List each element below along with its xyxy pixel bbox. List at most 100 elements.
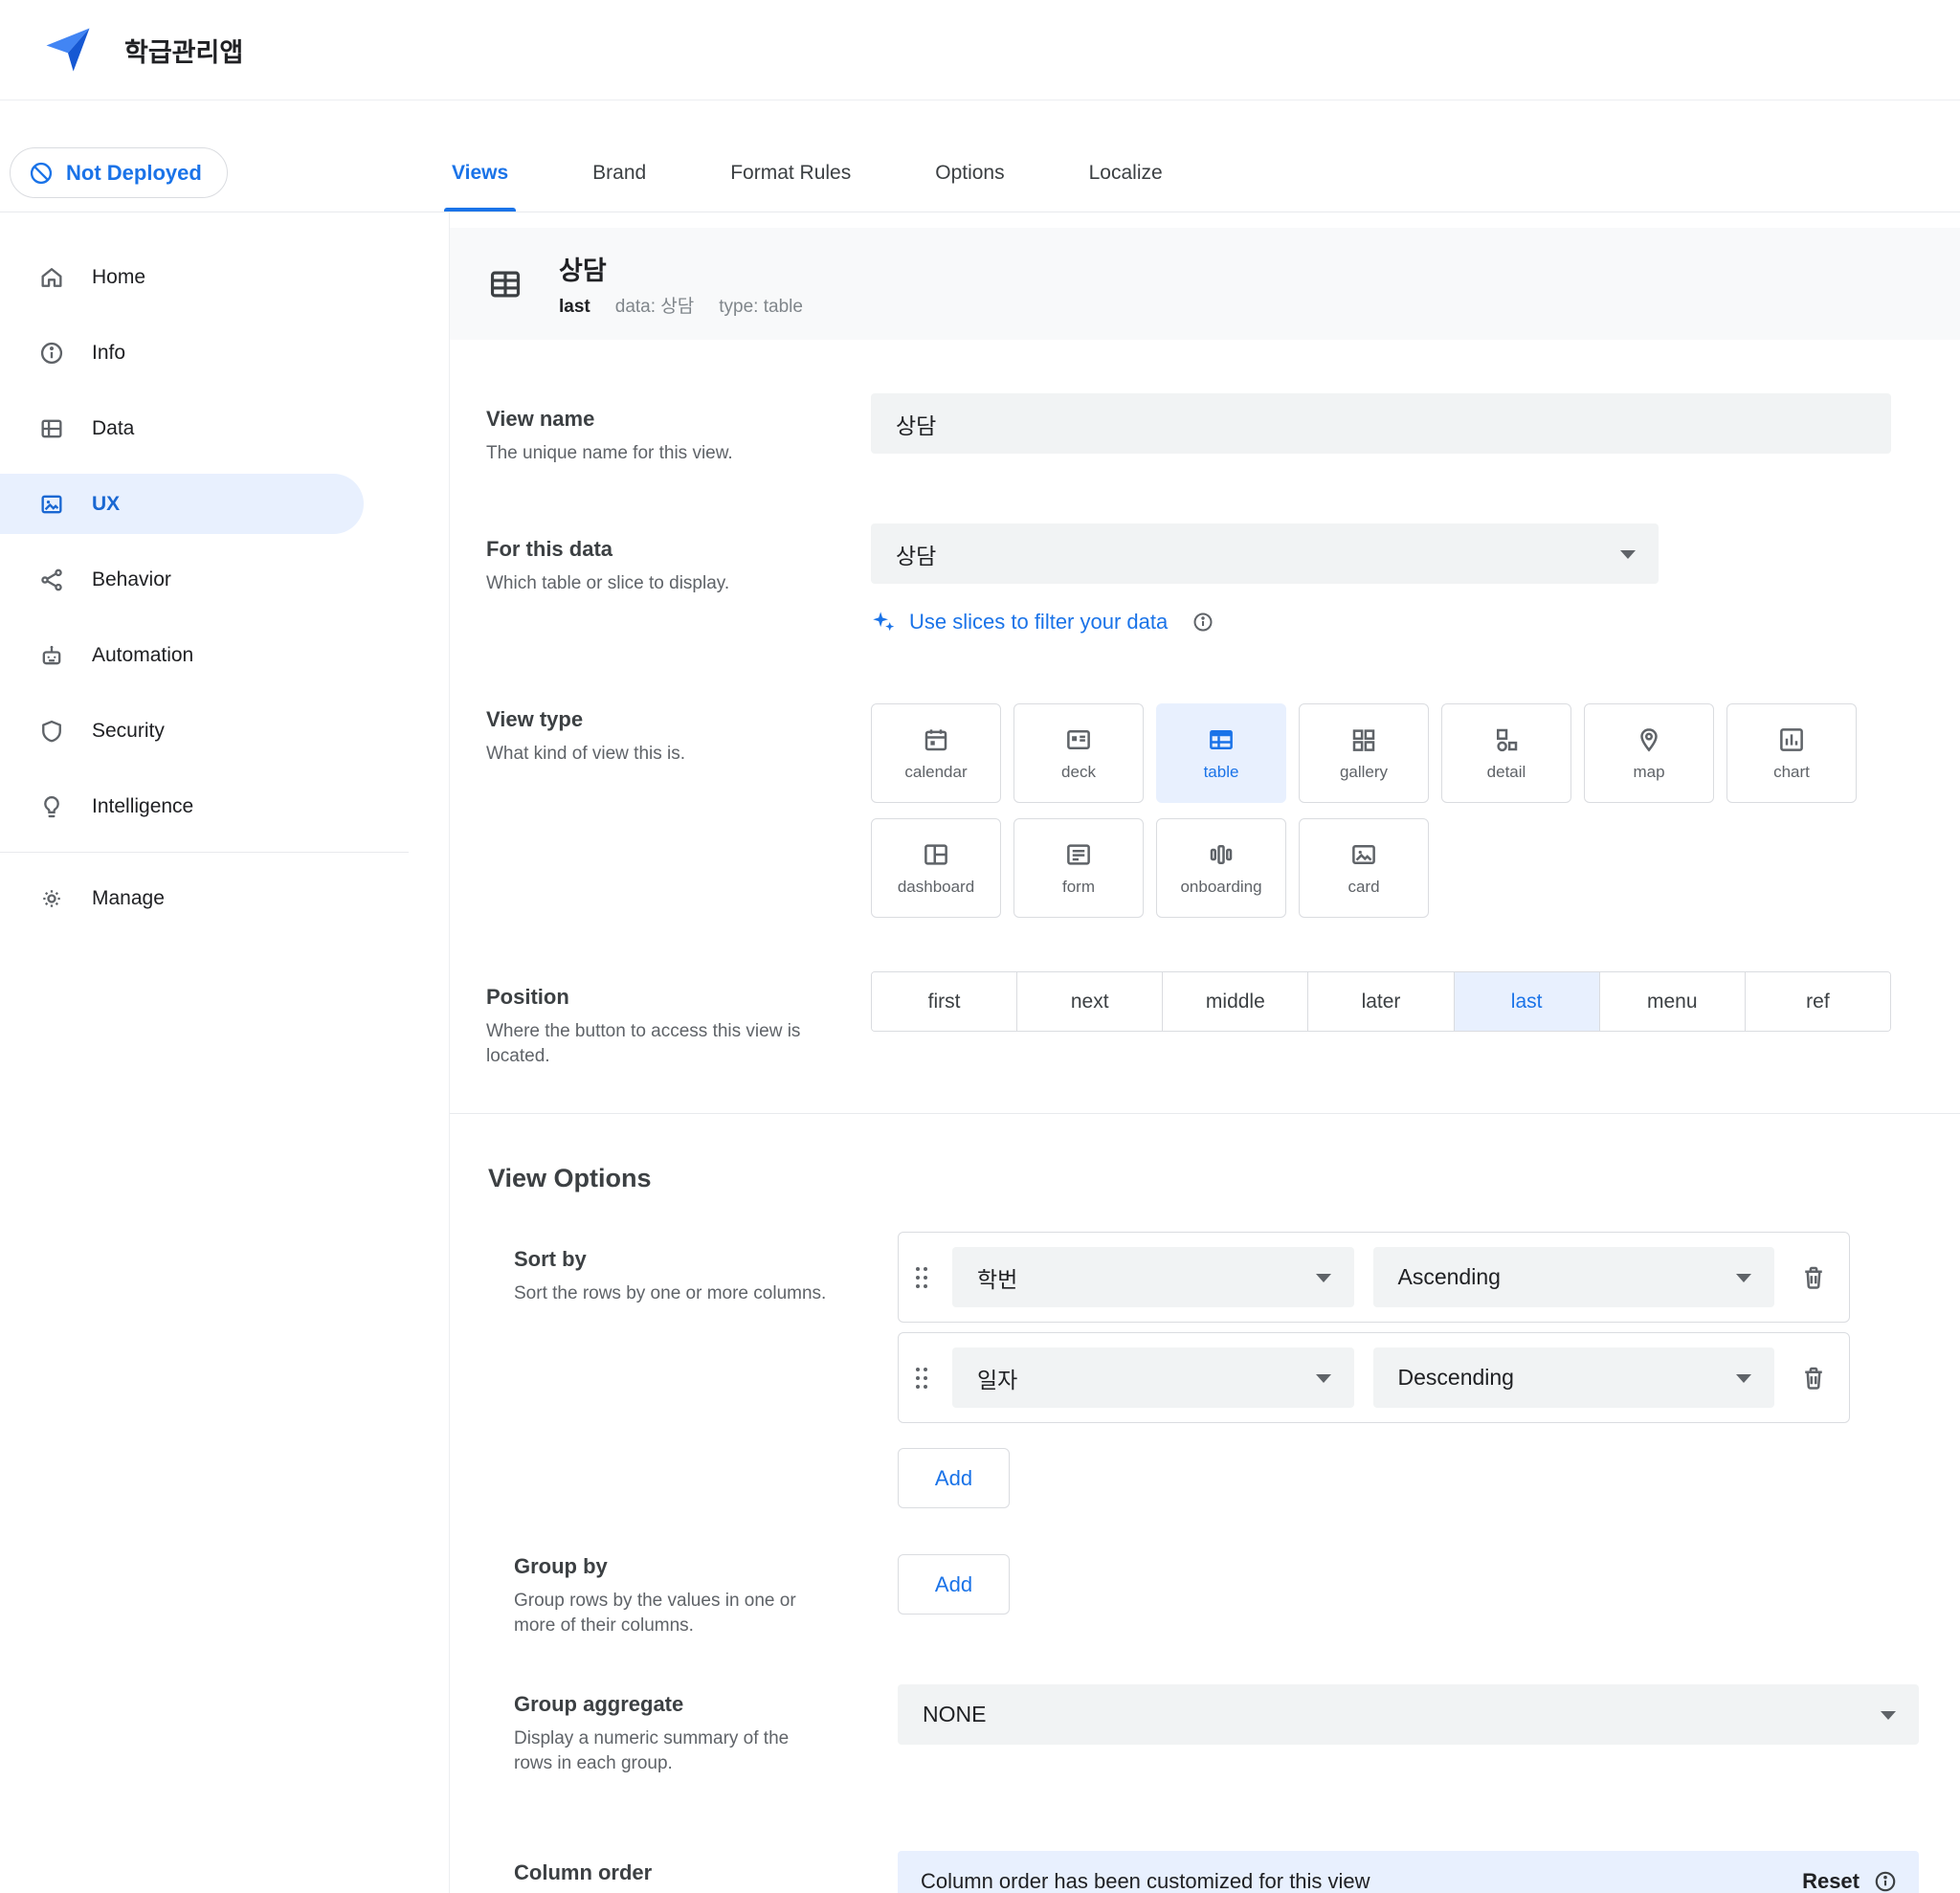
sort-direction-select[interactable]: Ascending bbox=[1373, 1247, 1775, 1307]
view-name-label: View name bbox=[486, 407, 871, 432]
sidebar-item-label: UX bbox=[92, 493, 120, 516]
sort-by-label: Sort by bbox=[514, 1247, 898, 1272]
view-type-help: What kind of view this is. bbox=[486, 742, 802, 767]
tab-localize[interactable]: Localize bbox=[1087, 162, 1165, 212]
drag-handle-icon[interactable] bbox=[910, 1263, 933, 1292]
deck-icon bbox=[1064, 725, 1093, 754]
for-this-data-value: 상담 bbox=[896, 538, 936, 570]
column-order-notice-text: Column order has been customized for thi… bbox=[921, 1869, 1802, 1893]
sidebar: Home Info Data bbox=[0, 212, 450, 1893]
sort-direction-value: Ascending bbox=[1398, 1264, 1501, 1290]
sort-rule-row: 일자 Descending bbox=[898, 1332, 1850, 1423]
sort-by-row: Sort by Sort the rows by one or more col… bbox=[450, 1232, 1960, 1508]
sort-column-select[interactable]: 학번 bbox=[952, 1247, 1354, 1307]
delete-sort-button[interactable] bbox=[1799, 1263, 1828, 1292]
position-row: Position Where the button to access this… bbox=[450, 971, 1960, 1069]
sort-column-value: 일자 bbox=[977, 1362, 1017, 1394]
view-type-gallery[interactable]: gallery bbox=[1299, 703, 1429, 803]
tab-brand[interactable]: Brand bbox=[590, 162, 648, 212]
position-later[interactable]: later bbox=[1307, 972, 1453, 1031]
view-type-label: View type bbox=[486, 707, 871, 732]
trash-icon bbox=[1799, 1364, 1828, 1392]
position-help: Where the button to access this view is … bbox=[486, 1019, 802, 1069]
view-name-help: The unique name for this view. bbox=[486, 441, 802, 466]
tab-views[interactable]: Views bbox=[450, 162, 510, 212]
view-name-input[interactable]: 상담 bbox=[871, 393, 1891, 454]
for-this-data-select[interactable]: 상담 bbox=[871, 523, 1659, 584]
position-last[interactable]: last bbox=[1454, 972, 1599, 1031]
position-menu[interactable]: menu bbox=[1599, 972, 1745, 1031]
tab-options[interactable]: Options bbox=[933, 162, 1006, 212]
sidebar-item-home[interactable]: Home bbox=[0, 247, 364, 307]
onboarding-icon bbox=[1207, 840, 1236, 869]
not-deployed-button[interactable]: Not Deployed bbox=[10, 147, 228, 198]
view-type-table[interactable]: table bbox=[1156, 703, 1286, 803]
gallery-icon bbox=[1349, 725, 1378, 754]
position-ref[interactable]: ref bbox=[1745, 972, 1890, 1031]
sort-direction-select[interactable]: Descending bbox=[1373, 1347, 1775, 1408]
sidebar-item-manage[interactable]: Manage bbox=[0, 868, 364, 928]
for-this-data-label: For this data bbox=[486, 537, 871, 562]
info-icon[interactable] bbox=[1873, 1869, 1898, 1893]
appsheet-logo-icon[interactable] bbox=[42, 24, 94, 76]
sidebar-item-data[interactable]: Data bbox=[0, 398, 364, 458]
sidebar-item-ux[interactable]: UX bbox=[0, 474, 364, 534]
group-aggregate-select[interactable]: NONE bbox=[898, 1684, 1919, 1745]
chevron-down-icon bbox=[1316, 1274, 1331, 1282]
drag-handle-icon[interactable] bbox=[910, 1364, 933, 1392]
trash-icon bbox=[1799, 1263, 1828, 1292]
sort-column-select[interactable]: 일자 bbox=[952, 1347, 1354, 1408]
position-label: Position bbox=[486, 985, 871, 1010]
group-by-label: Group by bbox=[514, 1554, 898, 1579]
use-slices-link[interactable]: Use slices to filter your data bbox=[871, 609, 1891, 635]
view-meta: last data: 상담 type: table bbox=[559, 292, 828, 318]
automation-icon bbox=[38, 642, 65, 669]
shield-icon bbox=[38, 718, 65, 745]
chevron-down-icon bbox=[1736, 1374, 1751, 1383]
view-type-detail[interactable]: detail bbox=[1441, 703, 1571, 803]
info-icon[interactable] bbox=[1192, 611, 1214, 634]
view-type-dashboard[interactable]: dashboard bbox=[871, 818, 1001, 918]
sidebar-item-automation[interactable]: Automation bbox=[0, 625, 364, 685]
sidebar-item-intelligence[interactable]: Intelligence bbox=[0, 776, 364, 836]
app-header: 학급관리앱 bbox=[0, 0, 1960, 100]
ux-icon bbox=[38, 491, 65, 518]
sidebar-item-security[interactable]: Security bbox=[0, 701, 364, 761]
view-editor-panel: 상담 last data: 상담 type: table View na bbox=[450, 212, 1960, 1893]
sidebar-item-info[interactable]: Info bbox=[0, 323, 364, 383]
view-name-row: View name The unique name for this view.… bbox=[450, 393, 1960, 466]
home-icon bbox=[38, 264, 65, 291]
view-type-onboarding[interactable]: onboarding bbox=[1156, 818, 1286, 918]
view-type-meta: type: table bbox=[719, 297, 803, 318]
detail-icon bbox=[1492, 725, 1521, 754]
sidebar-item-label: Automation bbox=[92, 644, 193, 667]
table-icon bbox=[1207, 725, 1236, 754]
add-group-button[interactable]: Add bbox=[898, 1554, 1010, 1615]
chevron-down-icon bbox=[1620, 550, 1636, 559]
view-type-card[interactable]: card bbox=[1299, 818, 1429, 918]
view-position-badge: last bbox=[559, 297, 590, 318]
view-type-form[interactable]: form bbox=[1013, 818, 1144, 918]
sidebar-item-behavior[interactable]: Behavior bbox=[0, 549, 364, 610]
position-next[interactable]: next bbox=[1016, 972, 1162, 1031]
sort-direction-value: Descending bbox=[1398, 1365, 1514, 1391]
view-header: 상담 last data: 상담 type: table bbox=[450, 228, 1960, 340]
view-type-row: View type What kind of view this is. bbox=[450, 703, 1960, 918]
delete-sort-button[interactable] bbox=[1799, 1364, 1828, 1392]
reset-column-order-button[interactable]: Reset bbox=[1802, 1869, 1860, 1893]
chevron-down-icon bbox=[1736, 1274, 1751, 1282]
subheader: Not Deployed Views Brand Format Rules Op… bbox=[0, 100, 1960, 212]
position-middle[interactable]: middle bbox=[1162, 972, 1307, 1031]
view-type-deck[interactable]: deck bbox=[1013, 703, 1144, 803]
add-sort-button[interactable]: Add bbox=[898, 1448, 1010, 1508]
chevron-down-icon bbox=[1316, 1374, 1331, 1383]
lightbulb-icon bbox=[38, 793, 65, 820]
behavior-icon bbox=[38, 567, 65, 593]
sidebar-item-label: Info bbox=[92, 342, 125, 365]
tab-format-rules[interactable]: Format Rules bbox=[728, 162, 853, 212]
view-type-calendar[interactable]: calendar bbox=[871, 703, 1001, 803]
view-type-chart[interactable]: chart bbox=[1726, 703, 1857, 803]
position-first[interactable]: first bbox=[872, 972, 1016, 1031]
view-type-map[interactable]: map bbox=[1584, 703, 1714, 803]
sidebar-item-label: Home bbox=[92, 266, 145, 289]
